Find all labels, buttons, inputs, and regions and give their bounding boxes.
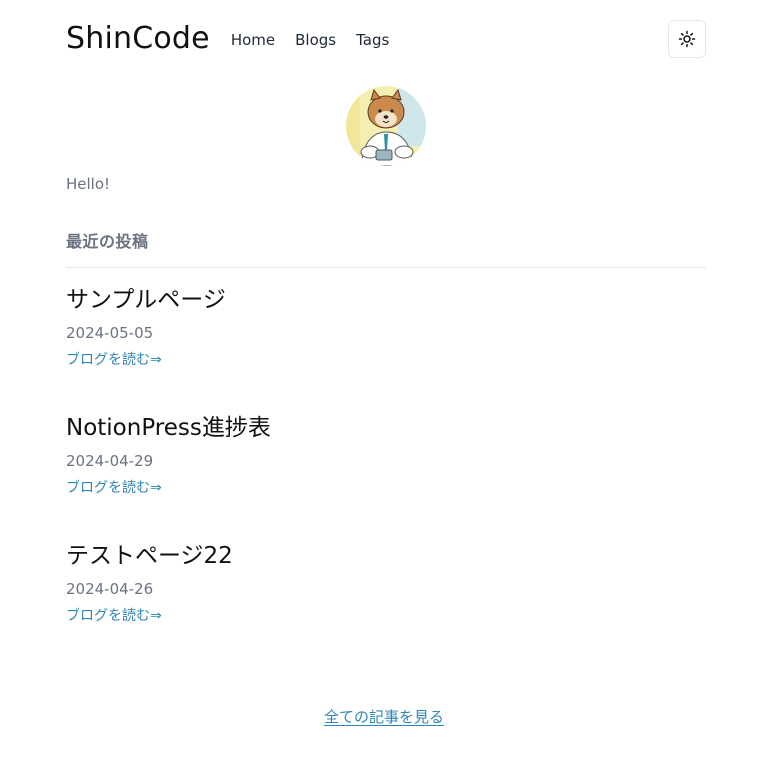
nav-tags[interactable]: Tags [356, 31, 389, 49]
all-posts-link[interactable]: 全ての記事を見る [324, 708, 444, 726]
theme-toggle-button[interactable] [668, 20, 706, 58]
recent-posts-heading: 最近の投稿 [66, 232, 149, 251]
post-date: 2024-04-29 [66, 452, 154, 470]
post-title[interactable]: サンプルページ [66, 285, 706, 315]
read-blog-link[interactable]: ブログを読む⇒ [66, 350, 162, 370]
post-date: 2024-05-05 [66, 324, 154, 342]
nav-blogs[interactable]: Blogs [295, 31, 336, 49]
site-logo[interactable]: ShinCode [66, 24, 210, 54]
divider [66, 267, 706, 268]
post-item: テストページ22 2024-04-26 ブログを読む⇒ [66, 541, 706, 626]
read-blog-link[interactable]: ブログを読む⇒ [66, 606, 162, 626]
post-item: サンプルページ 2024-05-05 ブログを読む⇒ [66, 285, 706, 370]
post-item: NotionPress進捗表 2024-04-29 ブログを読む⇒ [66, 413, 706, 498]
post-title[interactable]: NotionPress進捗表 [66, 413, 706, 443]
site-header: ShinCode Home Blogs Tags [66, 18, 706, 60]
page: ShinCode Home Blogs Tags Hello! 最近の投稿 サン… [0, 0, 768, 775]
post-date: 2024-04-26 [66, 580, 154, 598]
sun-icon [678, 30, 696, 48]
post-title[interactable]: テストページ22 [66, 541, 706, 571]
main-nav: Home Blogs Tags [231, 31, 390, 49]
intro-text: Hello! [66, 175, 111, 193]
read-blog-link[interactable]: ブログを読む⇒ [66, 478, 162, 498]
nav-home[interactable]: Home [231, 31, 275, 49]
all-posts-container: 全ての記事を見る [0, 706, 768, 727]
avatar [346, 86, 426, 166]
